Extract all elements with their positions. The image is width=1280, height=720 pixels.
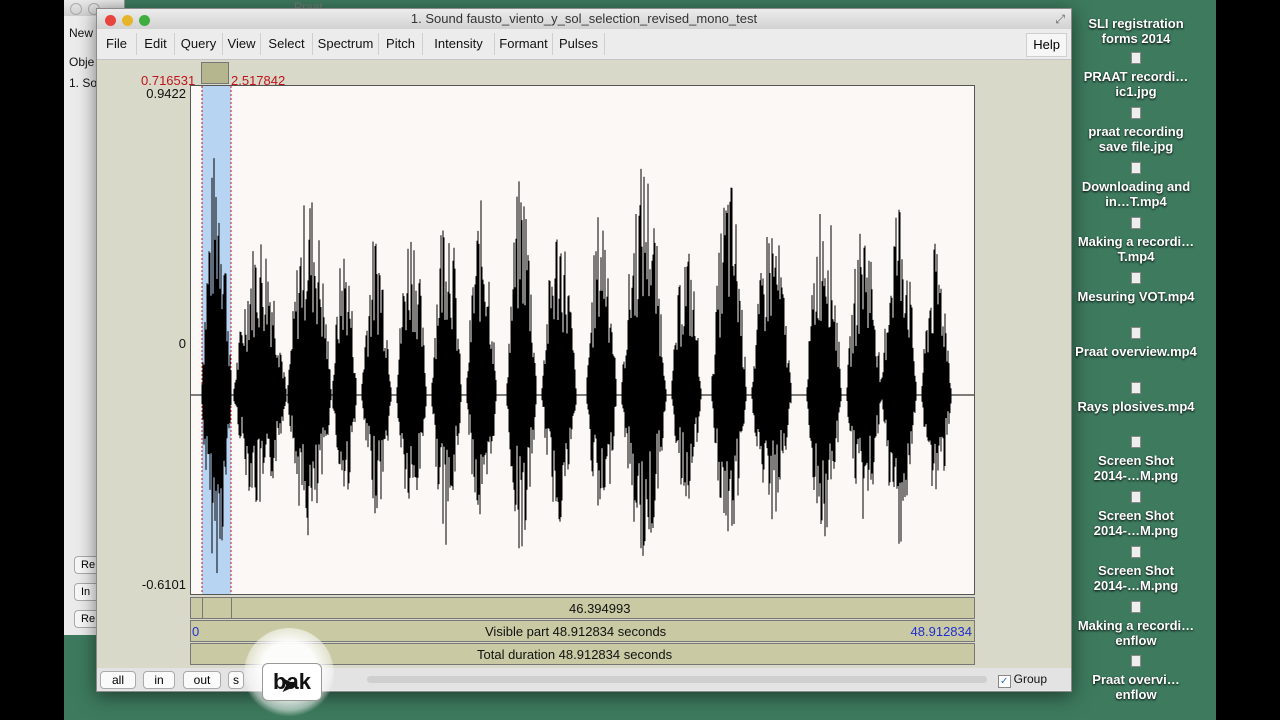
help-button[interactable]: Help	[1026, 33, 1067, 57]
y-zero-label: 0	[178, 336, 186, 351]
visible-start-label: 0	[192, 624, 200, 639]
object-list-item[interactable]: 1. So	[69, 76, 97, 90]
file-icon	[1131, 52, 1141, 64]
desktop-icon-praat-overview[interactable]: Praat overview.mp4	[1074, 327, 1198, 359]
menu-spectrum[interactable]: Spectrum	[313, 33, 379, 55]
group-checkbox[interactable]: ✓ Group	[997, 672, 1047, 688]
sound-editor-window: 1. Sound fausto_viento_y_sol_selection_r…	[96, 8, 1072, 692]
file-icon	[1131, 162, 1141, 174]
editor-titlebar: 1. Sound fausto_viento_y_sol_selection_r…	[97, 9, 1071, 30]
icon-label: Praat overview.mp4	[1075, 344, 1197, 359]
file-icon	[1131, 217, 1141, 229]
desktop-icon-screenshot-3[interactable]: Screen Shot 2014-…M.png	[1074, 546, 1198, 593]
zoom-selection-button[interactable]: s	[228, 671, 244, 689]
selection-duration-strip[interactable]: 46.394993	[190, 597, 975, 619]
new-menu[interactable]: New	[69, 26, 93, 40]
desktop-icon-praat-overview-screenflow[interactable]: Praat overvi…enflow	[1074, 655, 1198, 702]
menu-pitch[interactable]: Pitch	[379, 33, 423, 55]
file-icon	[1131, 436, 1141, 448]
zoom-in-button[interactable]: in	[143, 671, 175, 689]
menu-pulses[interactable]: Pulses	[553, 33, 605, 55]
menu-select[interactable]: Select	[261, 33, 313, 55]
desktop-icon-making-screenflow[interactable]: Making a recordi…enflow	[1074, 601, 1198, 648]
file-icon	[1131, 327, 1141, 339]
file-icon	[1131, 601, 1141, 613]
editor-canvas: 0.716531 2.517842 0.9422 0 -0.6101 46.39…	[97, 60, 1071, 668]
menu-view[interactable]: View	[223, 33, 261, 55]
all-button[interactable]: all	[100, 671, 136, 689]
icon-label: praat recording save file.jpg	[1088, 124, 1184, 154]
icon-label: Rays plosives.mp4	[1077, 399, 1195, 414]
desktop-icon-screenshot-2[interactable]: Screen Shot 2014-…M.png	[1074, 491, 1198, 538]
waveform-panel[interactable]	[190, 85, 975, 595]
selection-top-marker	[201, 62, 229, 84]
desktop-icon-screenshot-1[interactable]: Screen Shot 2014-…M.png	[1074, 436, 1198, 483]
zoom-out-button[interactable]: out	[183, 671, 221, 689]
file-icon	[1131, 107, 1141, 119]
remaining-duration-label: 46.394993	[569, 601, 631, 616]
menubar: File Edit Query View Select Spectrum Pit…	[97, 29, 1071, 60]
desktop-icon-downloading[interactable]: Downloading and in…T.mp4	[1074, 162, 1198, 209]
selection-duration-cell[interactable]	[202, 598, 232, 618]
fullscreen-icon[interactable]: ⤢	[1055, 12, 1065, 27]
icon-label: Making a recordi…enflow	[1077, 618, 1195, 648]
menu-query[interactable]: Query	[175, 33, 223, 55]
horizontal-scrollbar[interactable]	[367, 676, 987, 683]
icon-label: Downloading and in…T.mp4	[1081, 179, 1191, 209]
file-icon	[1131, 272, 1141, 284]
waveform[interactable]	[191, 86, 974, 594]
y-min-label: -0.6101	[141, 577, 186, 592]
total-duration-label: Total duration 48.912834 seconds	[477, 647, 673, 662]
desktop: Praat Objects New Obje 1. So Re In Re 1.…	[64, 0, 1216, 720]
file-icon	[1131, 491, 1141, 503]
visible-end-label: 48.912834	[910, 624, 972, 639]
icon-label: PRAAT recordi…ic1.jpg	[1083, 69, 1189, 99]
icon-label: Making a recordi…T.mp4	[1077, 234, 1195, 264]
icon-label: Screen Shot 2014-…M.png	[1093, 453, 1179, 483]
mouse-pointer-icon: ➤	[280, 672, 299, 697]
icon-label: Screen Shot 2014-…M.png	[1093, 563, 1179, 593]
y-max-label: 0.9422	[146, 86, 186, 101]
desktop-icon-rays-plosives[interactable]: Rays plosives.mp4	[1074, 382, 1198, 414]
desktop-icon-making-recording[interactable]: Making a recordi…T.mp4	[1074, 217, 1198, 264]
menu-intensity[interactable]: Intensity	[423, 33, 495, 55]
desktop-icon-mesuring-vot[interactable]: Mesuring VOT.mp4	[1074, 272, 1198, 304]
desktop-icon-praat-save[interactable]: praat recording save file.jpg	[1074, 107, 1198, 154]
file-icon	[1131, 655, 1141, 667]
objects-label: Obje	[69, 55, 95, 69]
icon-label: SLI registration forms 2014	[1088, 16, 1184, 46]
window-title: 1. Sound fausto_viento_y_sol_selection_r…	[410, 11, 758, 26]
icon-label: Screen Shot 2014-…M.png	[1093, 508, 1179, 538]
group-label: Group	[1013, 672, 1047, 686]
icon-label: Praat overvi…enflow	[1092, 672, 1180, 702]
waveform-trace	[201, 158, 952, 574]
desktop-icon-sli-forms[interactable]: SLI registration forms 2014	[1074, 16, 1198, 46]
icon-label: Mesuring VOT.mp4	[1077, 289, 1195, 304]
desktop-icon-praat-jpg[interactable]: PRAAT recordi…ic1.jpg	[1074, 52, 1198, 99]
menu-formant[interactable]: Formant	[495, 33, 553, 55]
screen-edge	[1216, 0, 1280, 720]
menu-edit[interactable]: Edit	[137, 33, 175, 55]
file-icon	[1131, 546, 1141, 558]
menu-file[interactable]: File	[97, 33, 137, 55]
file-icon	[1131, 382, 1141, 394]
checkmark-icon[interactable]: ✓	[997, 675, 1011, 688]
visible-part-label: Visible part 48.912834 seconds	[485, 624, 667, 639]
waveform-bursts	[201, 158, 952, 574]
